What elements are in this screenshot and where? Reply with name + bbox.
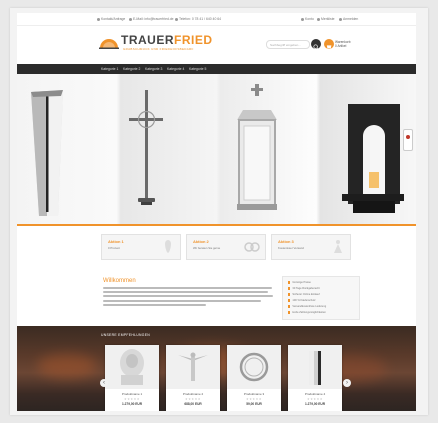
promo-2-title: Aktion 2	[193, 239, 209, 244]
search-icon	[313, 44, 319, 50]
product-price: 1.279,00 EUR	[304, 402, 326, 406]
cart-label[interactable]: Warenkorb 0 Artikel	[335, 40, 350, 48]
tagline: GRABSCHMUCK UND FRIEDHOFSBEDARF	[123, 47, 194, 51]
grave-vase-image	[31, 90, 63, 216]
hero-accent-line	[17, 224, 416, 226]
product-card-2[interactable]: Produktname 2 ★★★★★ 688,00 EUR	[166, 345, 220, 411]
nav-item-2[interactable]: Kategorie 2	[123, 67, 140, 71]
page-content: TRAUERFRIED GRABSCHMUCK UND FRIEDHOFSBED…	[17, 13, 416, 411]
cart-button[interactable]	[324, 39, 334, 49]
welcome-heading: Willkommen	[103, 278, 136, 284]
side-feedback-tab[interactable]	[403, 129, 413, 151]
product-image[interactable]	[105, 345, 159, 389]
promo-2-subtitle: Wir beraten Sie gerne	[193, 246, 221, 250]
hero-banner[interactable]	[17, 74, 416, 224]
promo-box-2[interactable]: Aktion 2 Wir beraten Sie gerne	[186, 234, 266, 260]
cart-icon	[326, 45, 332, 49]
grave-cross-image	[129, 90, 163, 205]
thorn-crown-icon	[239, 352, 269, 382]
rings-icon	[244, 242, 260, 252]
promo-box-3[interactable]: Aktion 3 Kostenloser Versand	[271, 234, 351, 260]
nav-item-3[interactable]: Kategorie 3	[145, 67, 162, 71]
rating-stars: ★★★★★	[246, 397, 262, 401]
rating-stars: ★★★★★	[307, 397, 323, 401]
nav-item-1[interactable]: Kategorie 1	[101, 67, 118, 71]
promo-1-subtitle: 0 Prozent	[108, 246, 120, 250]
product-price: 1.279,00 EUR	[121, 402, 143, 406]
section-heading: UNSERE EMPFEHLUNGEN	[101, 333, 151, 337]
product-card-1[interactable]: Produktname 1 ★★★★★ 1.279,00 EUR	[105, 345, 159, 411]
product-price: 688,00 EUR	[184, 402, 202, 406]
product-price: 59,00 EUR	[246, 402, 262, 406]
product-card-4[interactable]: Produktname 4 ★★★★★ 1.279,00 EUR	[288, 345, 342, 411]
crucifix-figure-icon	[178, 352, 208, 381]
promo-1-title: Aktion 1	[108, 239, 124, 244]
rating-stars: ★★★★★	[185, 397, 201, 401]
badge-icon	[406, 135, 410, 139]
feature-item-5: Versandkostenfreie Lieferung	[288, 305, 326, 308]
product-name[interactable]: Produktname 4	[288, 392, 342, 396]
check-icon	[288, 305, 291, 308]
promo-3-title: Aktion 3	[278, 239, 294, 244]
nav-item-4[interactable]: Kategorie 4	[167, 67, 184, 71]
product-name[interactable]: Produktname 2	[166, 392, 220, 396]
promo-3-subtitle: Kostenloser Versand	[278, 246, 304, 250]
product-name[interactable]: Produktname 3	[227, 392, 281, 396]
product-image[interactable]	[166, 345, 220, 389]
rating-stars: ★★★★★	[124, 397, 140, 401]
features-box: Günstige Preise 30 Tage Rückgaberecht Si…	[282, 276, 360, 320]
feature-item-3: Sicherer Online Einkauf	[288, 293, 320, 296]
check-icon	[288, 281, 291, 284]
check-icon	[288, 287, 291, 290]
feature-item-4: 100 % Käuferschutz	[288, 299, 316, 302]
logo-sun-icon	[99, 39, 119, 49]
grave-lantern-image	[237, 84, 277, 210]
product-image[interactable]	[227, 345, 281, 389]
product-image[interactable]	[288, 345, 342, 389]
welcome-text-block	[103, 287, 275, 308]
feature-item-2: 30 Tage Rückgaberecht	[288, 287, 320, 290]
search-button[interactable]	[311, 39, 321, 50]
grave-stone-light-image	[342, 104, 404, 213]
logo[interactable]: TRAUERFRIED	[121, 33, 213, 47]
feature-item-6: Hohe Zahlungsmöglichkeiten	[288, 311, 326, 314]
figurine-icon	[165, 240, 171, 253]
product-name[interactable]: Produktname 1	[105, 392, 159, 396]
carousel-next-button[interactable]: ›	[343, 379, 351, 387]
carousel-prev-button[interactable]: ‹	[100, 379, 108, 387]
search-input[interactable]: Suchbegriff eingeben...	[266, 40, 310, 49]
madonna-figure-icon	[120, 349, 144, 385]
feature-item-1: Günstige Preise	[288, 281, 311, 284]
nav-item-5[interactable]: Kategorie 5	[189, 67, 206, 71]
background-glow	[37, 354, 97, 378]
check-icon	[288, 299, 291, 302]
hero-products-illustration	[31, 84, 404, 216]
product-card-3[interactable]: Produktname 3 ★★★★★ 59,00 EUR	[227, 345, 281, 411]
angel-figure-icon	[334, 240, 342, 253]
check-icon	[288, 311, 291, 314]
check-icon	[288, 293, 291, 296]
main-navigation: Kategorie 1 Kategorie 2 Kategorie 3 Kate…	[17, 64, 416, 74]
promo-box-1[interactable]: Aktion 1 0 Prozent	[101, 234, 181, 260]
cylinder-vase-icon	[309, 351, 321, 385]
